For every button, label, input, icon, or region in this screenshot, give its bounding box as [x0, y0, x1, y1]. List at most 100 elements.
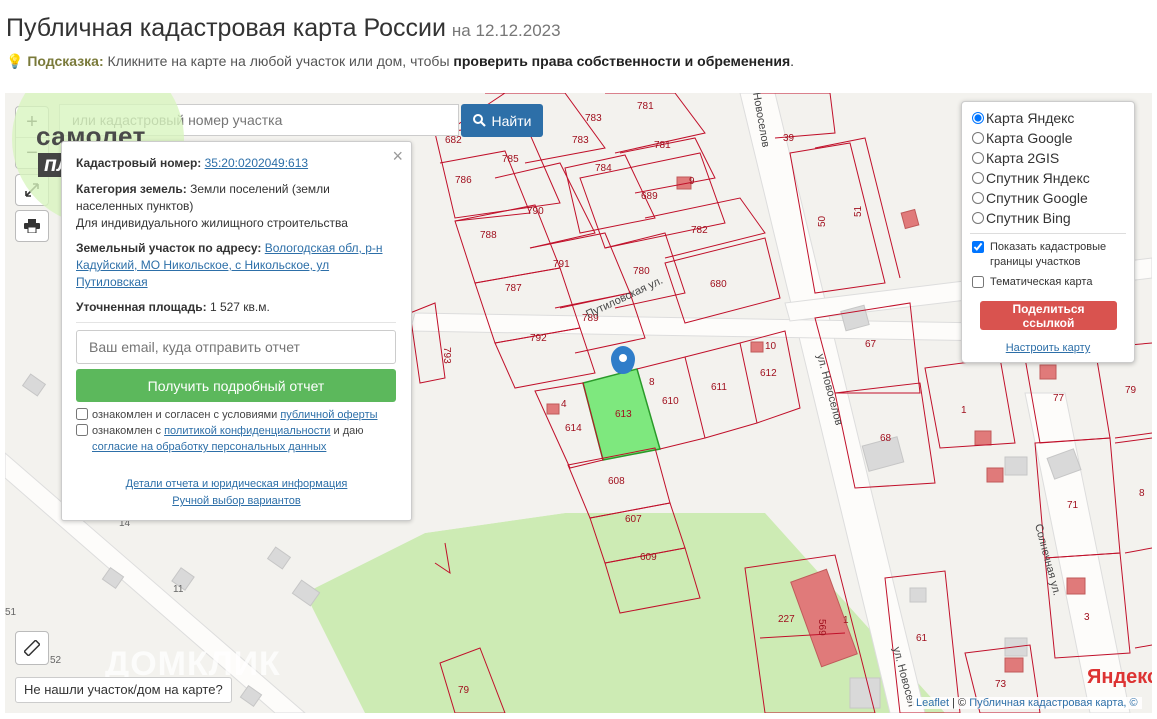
svg-text:61: 61: [916, 633, 928, 644]
layer-radio[interactable]: [972, 172, 984, 184]
svg-text:608: 608: [608, 476, 625, 487]
svg-text:783: 783: [572, 135, 589, 146]
layer-radio[interactable]: [972, 132, 984, 144]
cat-label: Категория земель:: [76, 182, 187, 196]
svg-text:77: 77: [1053, 393, 1065, 404]
find-button[interactable]: Найти: [461, 104, 543, 137]
svg-text:781: 781: [637, 101, 654, 112]
svg-text:614: 614: [565, 423, 582, 434]
hint-end: .: [790, 53, 795, 69]
ruler-icon: [24, 640, 40, 656]
agree-privacy-mid: и даю: [333, 425, 364, 437]
configure-map-link[interactable]: Настроить карту: [962, 342, 1134, 354]
email-field[interactable]: [76, 330, 396, 364]
layer-option[interactable]: Карта 2GIS: [972, 148, 1059, 168]
svg-text:1: 1: [843, 615, 849, 626]
details-link[interactable]: Детали отчета и юридическая информация: [62, 478, 411, 490]
ruler-button[interactable]: [15, 631, 49, 665]
divider: [76, 322, 396, 323]
area-row: Уточненная площадь: 1 527 кв.м.: [76, 299, 394, 316]
agree-offer-checkbox[interactable]: [76, 408, 88, 420]
offer-link[interactable]: публичной оферты: [280, 409, 377, 421]
layer-radio[interactable]: [972, 112, 984, 124]
svg-text:609: 609: [640, 552, 657, 563]
close-icon[interactable]: ×: [392, 146, 403, 167]
hint-label: Подсказка:: [27, 53, 104, 69]
get-report-button[interactable]: Получить подробный отчет: [76, 369, 396, 402]
svg-text:68: 68: [880, 433, 892, 444]
svg-text:8: 8: [1139, 488, 1145, 499]
layer-radio[interactable]: [972, 192, 984, 204]
layer-label: Карта Яндекс: [986, 110, 1075, 126]
svg-text:784: 784: [595, 163, 612, 174]
area-label: Уточненная площадь:: [76, 300, 207, 314]
svg-text:79: 79: [458, 685, 470, 696]
layer-option[interactable]: Карта Яндекс: [972, 108, 1074, 128]
printer-icon: [24, 219, 40, 233]
svg-text:Путиловская ул.: Путиловская ул.: [584, 275, 665, 321]
cad-label: Кадастровый номер:: [76, 156, 202, 170]
attrib-separator: | ©: [952, 697, 967, 709]
print-button[interactable]: [15, 210, 49, 242]
layer-option[interactable]: Спутник Google: [972, 188, 1088, 208]
bulb-icon: 💡: [6, 53, 24, 69]
attribution: Leaflet | © Публичная кадастровая карта,…: [912, 697, 1142, 709]
manual-selection-link[interactable]: Ручной выбор вариантов: [62, 495, 411, 507]
svg-text:680: 680: [710, 279, 727, 290]
svg-text:790: 790: [527, 206, 544, 217]
layer-option[interactable]: Спутник Яндекс: [972, 168, 1090, 188]
layer-radio[interactable]: [972, 152, 984, 164]
svg-text:8: 8: [649, 377, 655, 388]
svg-text:786: 786: [455, 175, 472, 186]
layer-label: Карта 2GIS: [986, 150, 1060, 166]
title-date: на 12.12.2023: [451, 21, 561, 40]
layer-label: Карта Google: [986, 130, 1073, 146]
yandex-logo: Яндекс: [1087, 666, 1152, 688]
svg-text:227: 227: [778, 614, 795, 625]
category-row: Категория земель: Земли поселений (земли…: [76, 181, 394, 215]
svg-text:73: 73: [995, 679, 1007, 690]
consent-link[interactable]: согласие на обработку персональных данны…: [92, 441, 326, 453]
svg-text:51: 51: [5, 607, 17, 618]
address-row: Земельный участок по адресу: Вологодская…: [76, 240, 394, 291]
svg-text:11: 11: [173, 584, 184, 595]
svg-text:51: 51: [853, 205, 864, 217]
cadastre-link[interactable]: Публичная кадастровая карта, ©: [969, 697, 1137, 709]
hint-text: Кликните на карте на любой участок или д…: [107, 53, 450, 69]
layer-radio[interactable]: [972, 212, 984, 224]
svg-text:791: 791: [553, 259, 570, 270]
agree-offer-text: ознакомлен и согласен с условиями: [92, 409, 278, 421]
leaflet-link[interactable]: Leaflet: [916, 697, 949, 709]
layer-label: Спутник Яндекс: [986, 170, 1090, 186]
layer-option[interactable]: Карта Google: [972, 128, 1073, 148]
share-link-button[interactable]: Поделиться ссылкой: [980, 301, 1117, 330]
agree-offer: ознакомлен и согласен с условиями публич…: [76, 407, 396, 423]
cadastral-map[interactable]: 783 781 682 785 783 784 781 786 790 689 9 788 782…: [5, 93, 1152, 713]
show-boundaries-option[interactable]: Показать кадастровые границы участков: [972, 240, 1134, 270]
agree-privacy-checkbox[interactable]: [76, 424, 88, 436]
not-found-button[interactable]: Не нашли участок/дом на карте?: [15, 677, 232, 703]
svg-text:52: 52: [50, 655, 62, 666]
svg-text:682: 682: [445, 135, 462, 146]
svg-text:71: 71: [1067, 500, 1079, 511]
title-text: Публичная кадастровая карта России: [6, 14, 446, 42]
thematic-checkbox[interactable]: [972, 276, 984, 288]
show-boundaries-checkbox[interactable]: [972, 241, 984, 253]
cadastral-number-row: Кадастровый номер: 35:20:0202049:613: [76, 155, 394, 172]
parcel-info-panel: × Кадастровый номер: 35:20:0202049:613 К…: [61, 141, 412, 521]
svg-text:612: 612: [760, 368, 777, 379]
svg-text:788: 788: [480, 230, 497, 241]
svg-text:3: 3: [1084, 612, 1090, 623]
cad-number-link[interactable]: 35:20:0202049:613: [205, 156, 308, 170]
page-title: Публичная кадастровая карта России на 12.…: [6, 14, 561, 43]
layer-option[interactable]: Спутник Bing: [972, 208, 1071, 228]
svg-text:50: 50: [817, 215, 828, 227]
svg-text:782: 782: [691, 225, 708, 236]
thematic-option[interactable]: Тематическая карта: [972, 275, 1092, 290]
svg-text:613: 613: [615, 409, 632, 420]
privacy-link[interactable]: политикой конфиденциальности: [164, 425, 330, 437]
svg-text:611: 611: [711, 382, 727, 393]
svg-text:39: 39: [783, 133, 795, 144]
search-icon: [472, 114, 486, 127]
svg-text:787: 787: [505, 283, 522, 294]
